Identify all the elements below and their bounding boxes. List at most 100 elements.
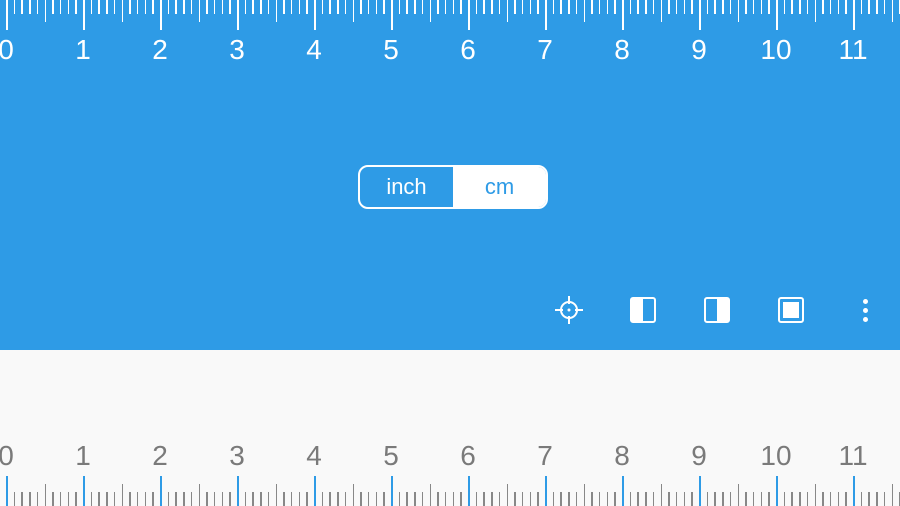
- more-vertical-icon: [863, 299, 868, 322]
- ruler-tick-minor: [68, 492, 70, 506]
- ruler-tick-minor: [353, 0, 355, 22]
- ruler-tick-minor: [437, 0, 439, 14]
- ruler-number: 7: [537, 440, 553, 472]
- ruler-tick-minor: [299, 0, 301, 14]
- ruler-tick-minor: [353, 484, 355, 506]
- ruler-tick-minor: [714, 0, 716, 14]
- ruler-tick-minor: [245, 492, 247, 506]
- ruler-tick-minor: [530, 0, 532, 14]
- ruler-tick-minor: [29, 0, 31, 14]
- ruler-tick-minor: [630, 492, 632, 506]
- ruler-tick-minor: [791, 492, 793, 506]
- ruler-number: 5: [383, 34, 399, 66]
- ruler-tick-minor: [306, 492, 308, 506]
- ruler-tick-minor: [337, 0, 339, 14]
- unit-toggle-cm[interactable]: cm: [453, 167, 546, 207]
- ruler-tick-minor: [745, 492, 747, 506]
- ruler-number: 3: [229, 34, 245, 66]
- ruler-number: 6: [460, 440, 476, 472]
- ruler-tick-minor: [283, 0, 285, 14]
- ruler-tick-minor: [507, 0, 509, 22]
- ruler-number: 2: [152, 440, 168, 472]
- ruler-tick-minor: [291, 492, 293, 506]
- ruler-tick-minor: [175, 492, 177, 506]
- half-left-icon: [630, 297, 656, 323]
- unit-toggle-inch[interactable]: inch: [360, 167, 453, 207]
- ruler-tick-minor: [68, 0, 70, 14]
- ruler-tick-minor: [14, 492, 16, 506]
- ruler-tick-major: [237, 476, 239, 506]
- ruler-tick-minor: [637, 492, 639, 506]
- ruler-tick-minor: [437, 492, 439, 506]
- ruler-number: 1: [75, 440, 91, 472]
- ruler-tick-minor: [522, 0, 524, 14]
- ruler-tick-minor: [691, 492, 693, 506]
- ruler-tick-minor: [222, 492, 224, 506]
- ruler-tick-minor: [406, 492, 408, 506]
- calibrate-button[interactable]: [554, 295, 584, 325]
- ruler-tick-minor: [892, 0, 894, 22]
- ruler-tick-minor: [183, 492, 185, 506]
- ruler-tick-minor: [676, 0, 678, 14]
- ruler-tick-minor: [260, 492, 262, 506]
- ruler-number: 9: [691, 34, 707, 66]
- ruler-tick-major: [160, 0, 162, 30]
- ruler-tick-minor: [245, 0, 247, 14]
- ruler-tick-minor: [399, 492, 401, 506]
- ruler-tick-minor: [884, 492, 886, 506]
- ruler-tick-minor: [406, 0, 408, 14]
- ruler-tick-minor: [291, 0, 293, 14]
- more-menu-button[interactable]: [850, 295, 880, 325]
- ruler-number: 8: [614, 34, 630, 66]
- ruler-tick-minor: [822, 0, 824, 14]
- mode-full-button[interactable]: [776, 295, 806, 325]
- ruler-tick-minor: [52, 0, 54, 14]
- ruler-tick-minor: [584, 0, 586, 22]
- ruler-tick-minor: [799, 0, 801, 14]
- ruler-tick-major: [6, 0, 8, 30]
- ruler-tick-minor: [784, 0, 786, 14]
- ruler-tick-minor: [738, 484, 740, 506]
- ruler-tick-minor: [152, 492, 154, 506]
- bottom-ruler[interactable]: 01234567891011: [0, 426, 900, 506]
- ruler-tick-minor: [576, 0, 578, 14]
- ruler-number: 7: [537, 34, 553, 66]
- ruler-tick-minor: [376, 0, 378, 14]
- ruler-tick-minor: [453, 492, 455, 506]
- ruler-tick-minor: [21, 0, 23, 14]
- ruler-tick-minor: [368, 492, 370, 506]
- ruler-tick-minor: [114, 0, 116, 14]
- ruler-tick-minor: [753, 492, 755, 506]
- ruler-tick-minor: [745, 0, 747, 14]
- unit-toggle-inch-label: inch: [386, 174, 426, 200]
- ruler-tick-minor: [799, 492, 801, 506]
- ruler-number: 2: [152, 34, 168, 66]
- ruler-tick-minor: [191, 492, 193, 506]
- ruler-tick-minor: [753, 0, 755, 14]
- ruler-tick-minor: [514, 492, 516, 506]
- ruler-number: 5: [383, 440, 399, 472]
- ruler-tick-minor: [60, 0, 62, 14]
- ruler-tick-minor: [360, 0, 362, 14]
- ruler-tick-major: [314, 476, 316, 506]
- ruler-tick-minor: [98, 0, 100, 14]
- ruler-tick-minor: [522, 492, 524, 506]
- ruler-tick-minor: [507, 484, 509, 506]
- ruler-tick-minor: [707, 492, 709, 506]
- half-right-icon: [704, 297, 730, 323]
- ruler-number: 10: [760, 440, 791, 472]
- unit-toggle-cm-label: cm: [485, 174, 514, 200]
- ruler-tick-major: [776, 476, 778, 506]
- ruler-tick-minor: [684, 492, 686, 506]
- top-ruler[interactable]: 01234567891011: [0, 0, 900, 80]
- ruler-tick-minor: [653, 492, 655, 506]
- ruler-tick-minor: [661, 0, 663, 22]
- ruler-tick-minor: [830, 0, 832, 14]
- ruler-tick-major: [545, 0, 547, 30]
- ruler-tick-minor: [653, 0, 655, 14]
- mode-right-button[interactable]: [702, 295, 732, 325]
- ruler-tick-minor: [560, 492, 562, 506]
- ruler-tick-major: [391, 0, 393, 30]
- mode-left-button[interactable]: [628, 295, 658, 325]
- ruler-tick-minor: [560, 0, 562, 14]
